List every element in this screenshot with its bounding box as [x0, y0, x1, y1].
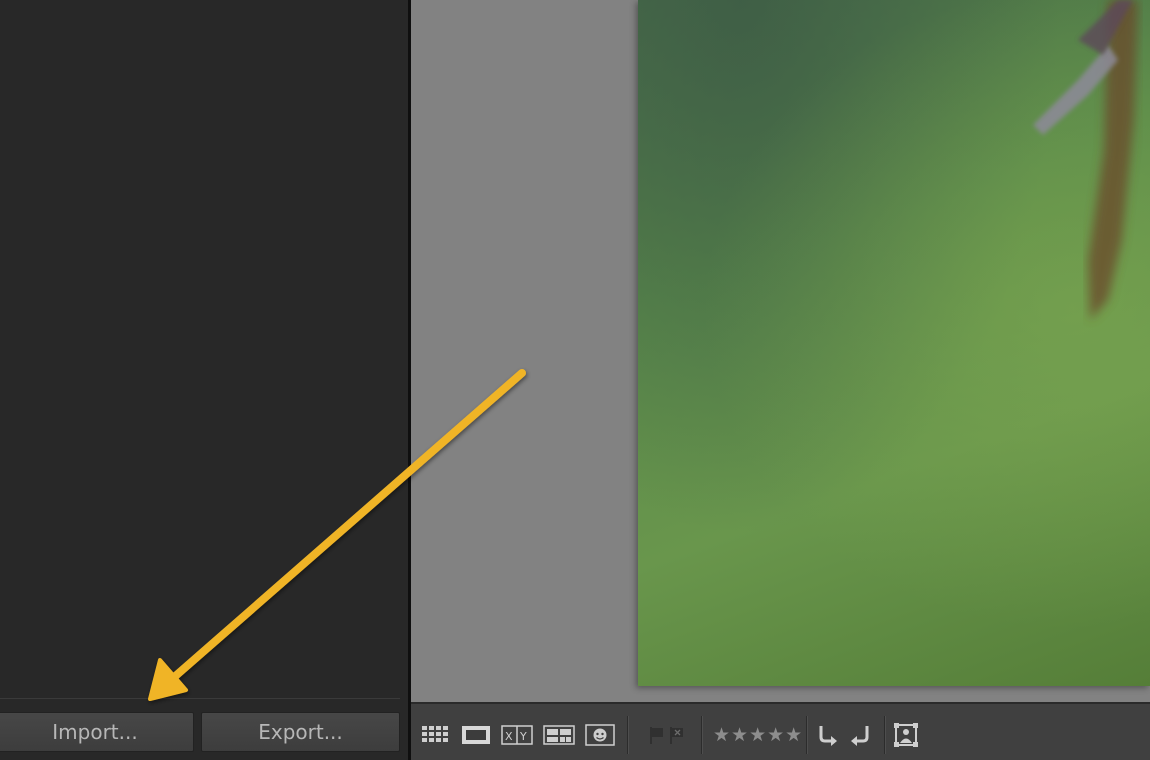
export-button[interactable]: Export...	[201, 712, 400, 752]
plant-stem-shape	[1033, 0, 1138, 320]
rotate-right-icon[interactable]	[849, 722, 871, 748]
compare-view-icon[interactable]: X Y	[501, 724, 533, 746]
loupe-view-icon[interactable]	[461, 724, 491, 746]
toolbar-separator	[806, 716, 808, 754]
crop-overlay-icon[interactable]	[893, 722, 919, 748]
export-button-label: Export...	[258, 720, 343, 744]
import-button-label: Import...	[52, 720, 138, 744]
toolbar-separator	[627, 716, 629, 754]
import-button[interactable]: Import...	[0, 712, 194, 752]
survey-view-icon[interactable]	[543, 724, 575, 746]
toolbar-separator	[884, 716, 886, 754]
flag-pick-icon[interactable]	[649, 724, 665, 746]
flag-reject-icon[interactable]	[669, 724, 685, 746]
left-panel: Import... Export...	[0, 0, 408, 760]
library-toolbar: X Y ★★★★★	[411, 702, 1150, 760]
svg-text:Y: Y	[519, 730, 527, 743]
grid-view-icon[interactable]	[421, 724, 451, 746]
star-rating[interactable]: ★★★★★	[713, 722, 803, 748]
panel-divider	[0, 698, 400, 699]
svg-text:X: X	[505, 730, 513, 743]
toolbar-separator	[701, 716, 703, 754]
people-view-icon[interactable]	[585, 724, 615, 746]
image-canvas	[411, 0, 1150, 702]
rotate-left-icon[interactable]	[817, 722, 839, 748]
photo-preview	[638, 0, 1150, 686]
